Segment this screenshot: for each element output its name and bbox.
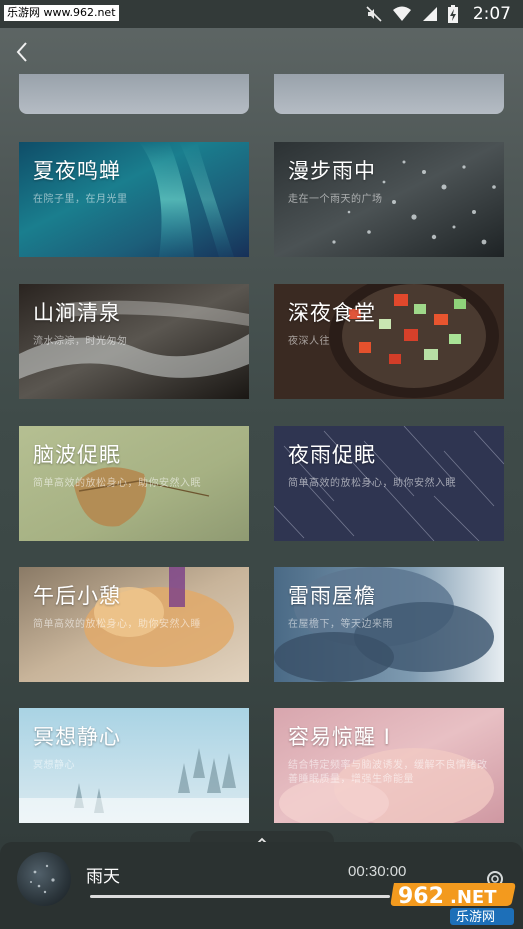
watermark-label: 乐游网 www.962.net (4, 5, 119, 21)
card-thunder-eaves[interactable]: 雷雨屋檐 在屋檐下，等天边来雨 (274, 567, 504, 682)
status-icons: 2:07 (365, 3, 511, 25)
partial-card-left[interactable] (19, 74, 249, 114)
card-title: 夜雨促眠 (288, 443, 376, 467)
card-brainwave-sleep[interactable]: 脑波促眠 简单高效的放松身心，助你安然入眠 (19, 426, 249, 541)
card-title: 脑波促眠 (33, 443, 121, 467)
partial-card-right[interactable] (274, 74, 504, 114)
card-subtitle: 在屋檐下，等天边来雨 (288, 619, 393, 630)
card-title: 雷雨屋檐 (288, 584, 376, 608)
card-title: 漫步雨中 (288, 159, 376, 183)
card-title: 深夜食堂 (288, 301, 376, 325)
card-summer-night-cicada[interactable]: 夏夜鸣蝉 在院子里，在月光里 (19, 142, 249, 257)
card-title: 冥想静心 (33, 725, 121, 749)
card-meditation[interactable]: 冥想静心 冥想静心 (19, 708, 249, 823)
logo-962net: 962 .NET 乐游网 (390, 883, 516, 925)
card-walk-in-rain[interactable]: 漫步雨中 走在一个雨天的广场 (274, 142, 504, 257)
progress-bar[interactable] (90, 895, 390, 898)
now-playing-title: 雨天 (86, 867, 120, 887)
card-subtitle: 简单高效的放松身心，助你安然入睡 (33, 619, 201, 630)
card-mountain-spring[interactable]: 山涧清泉 流水淙淙，时光匆匆 (19, 284, 249, 399)
card-subtitle: 在院子里，在月光里 (33, 194, 128, 205)
battery-charging-icon (447, 5, 458, 23)
card-title: 午后小憩 (33, 584, 121, 608)
card-subtitle: 冥想静心 (33, 760, 75, 771)
rain-cover-image (30, 864, 55, 894)
back-chevron-icon (16, 42, 27, 62)
timer-label: 00:30:00 (348, 863, 407, 880)
album-cover[interactable] (17, 852, 71, 906)
card-subtitle: 结合特定频率与脑波诱发，缓解不良情绪改善睡眠质量，增强生命能量 (288, 760, 488, 785)
card-afternoon-nap[interactable]: 午后小憩 简单高效的放松身心，助你安然入睡 (19, 567, 249, 682)
card-title: 夏夜鸣蝉 (33, 159, 121, 183)
card-night-rain-sleep[interactable]: 夜雨促眠 简单高效的放松身心，助你安然入眠 (274, 426, 504, 541)
svg-text:乐游网: 乐游网 (456, 910, 495, 925)
card-title: 容易惊醒 Ⅰ (288, 725, 391, 749)
svg-text:.NET: .NET (450, 887, 497, 908)
card-subtitle: 简单高效的放松身心，助你安然入眠 (288, 478, 456, 489)
card-subtitle: 简单高效的放松身心，助你安然入眠 (33, 478, 201, 489)
clock: 2:07 (472, 4, 511, 24)
status-bar: 乐游网 www.962.net 2:07 (0, 0, 523, 28)
mute-icon (366, 6, 382, 22)
card-easily-awakened[interactable]: 容易惊醒 Ⅰ 结合特定频率与脑波诱发，缓解不良情绪改善睡眠质量，增强生命能量 (274, 708, 504, 823)
signal-icon (422, 7, 437, 21)
card-subtitle: 走在一个雨天的广场 (288, 194, 383, 205)
card-subtitle: 流水淙淙，时光匆匆 (33, 336, 128, 347)
card-title: 山涧清泉 (33, 301, 121, 325)
back-button[interactable] (8, 38, 36, 66)
card-subtitle: 夜深人往 (288, 336, 330, 347)
wifi-icon (392, 6, 411, 21)
svg-text:962: 962 (398, 884, 444, 909)
card-midnight-diner[interactable]: 深夜食堂 夜深人往 (274, 284, 504, 399)
